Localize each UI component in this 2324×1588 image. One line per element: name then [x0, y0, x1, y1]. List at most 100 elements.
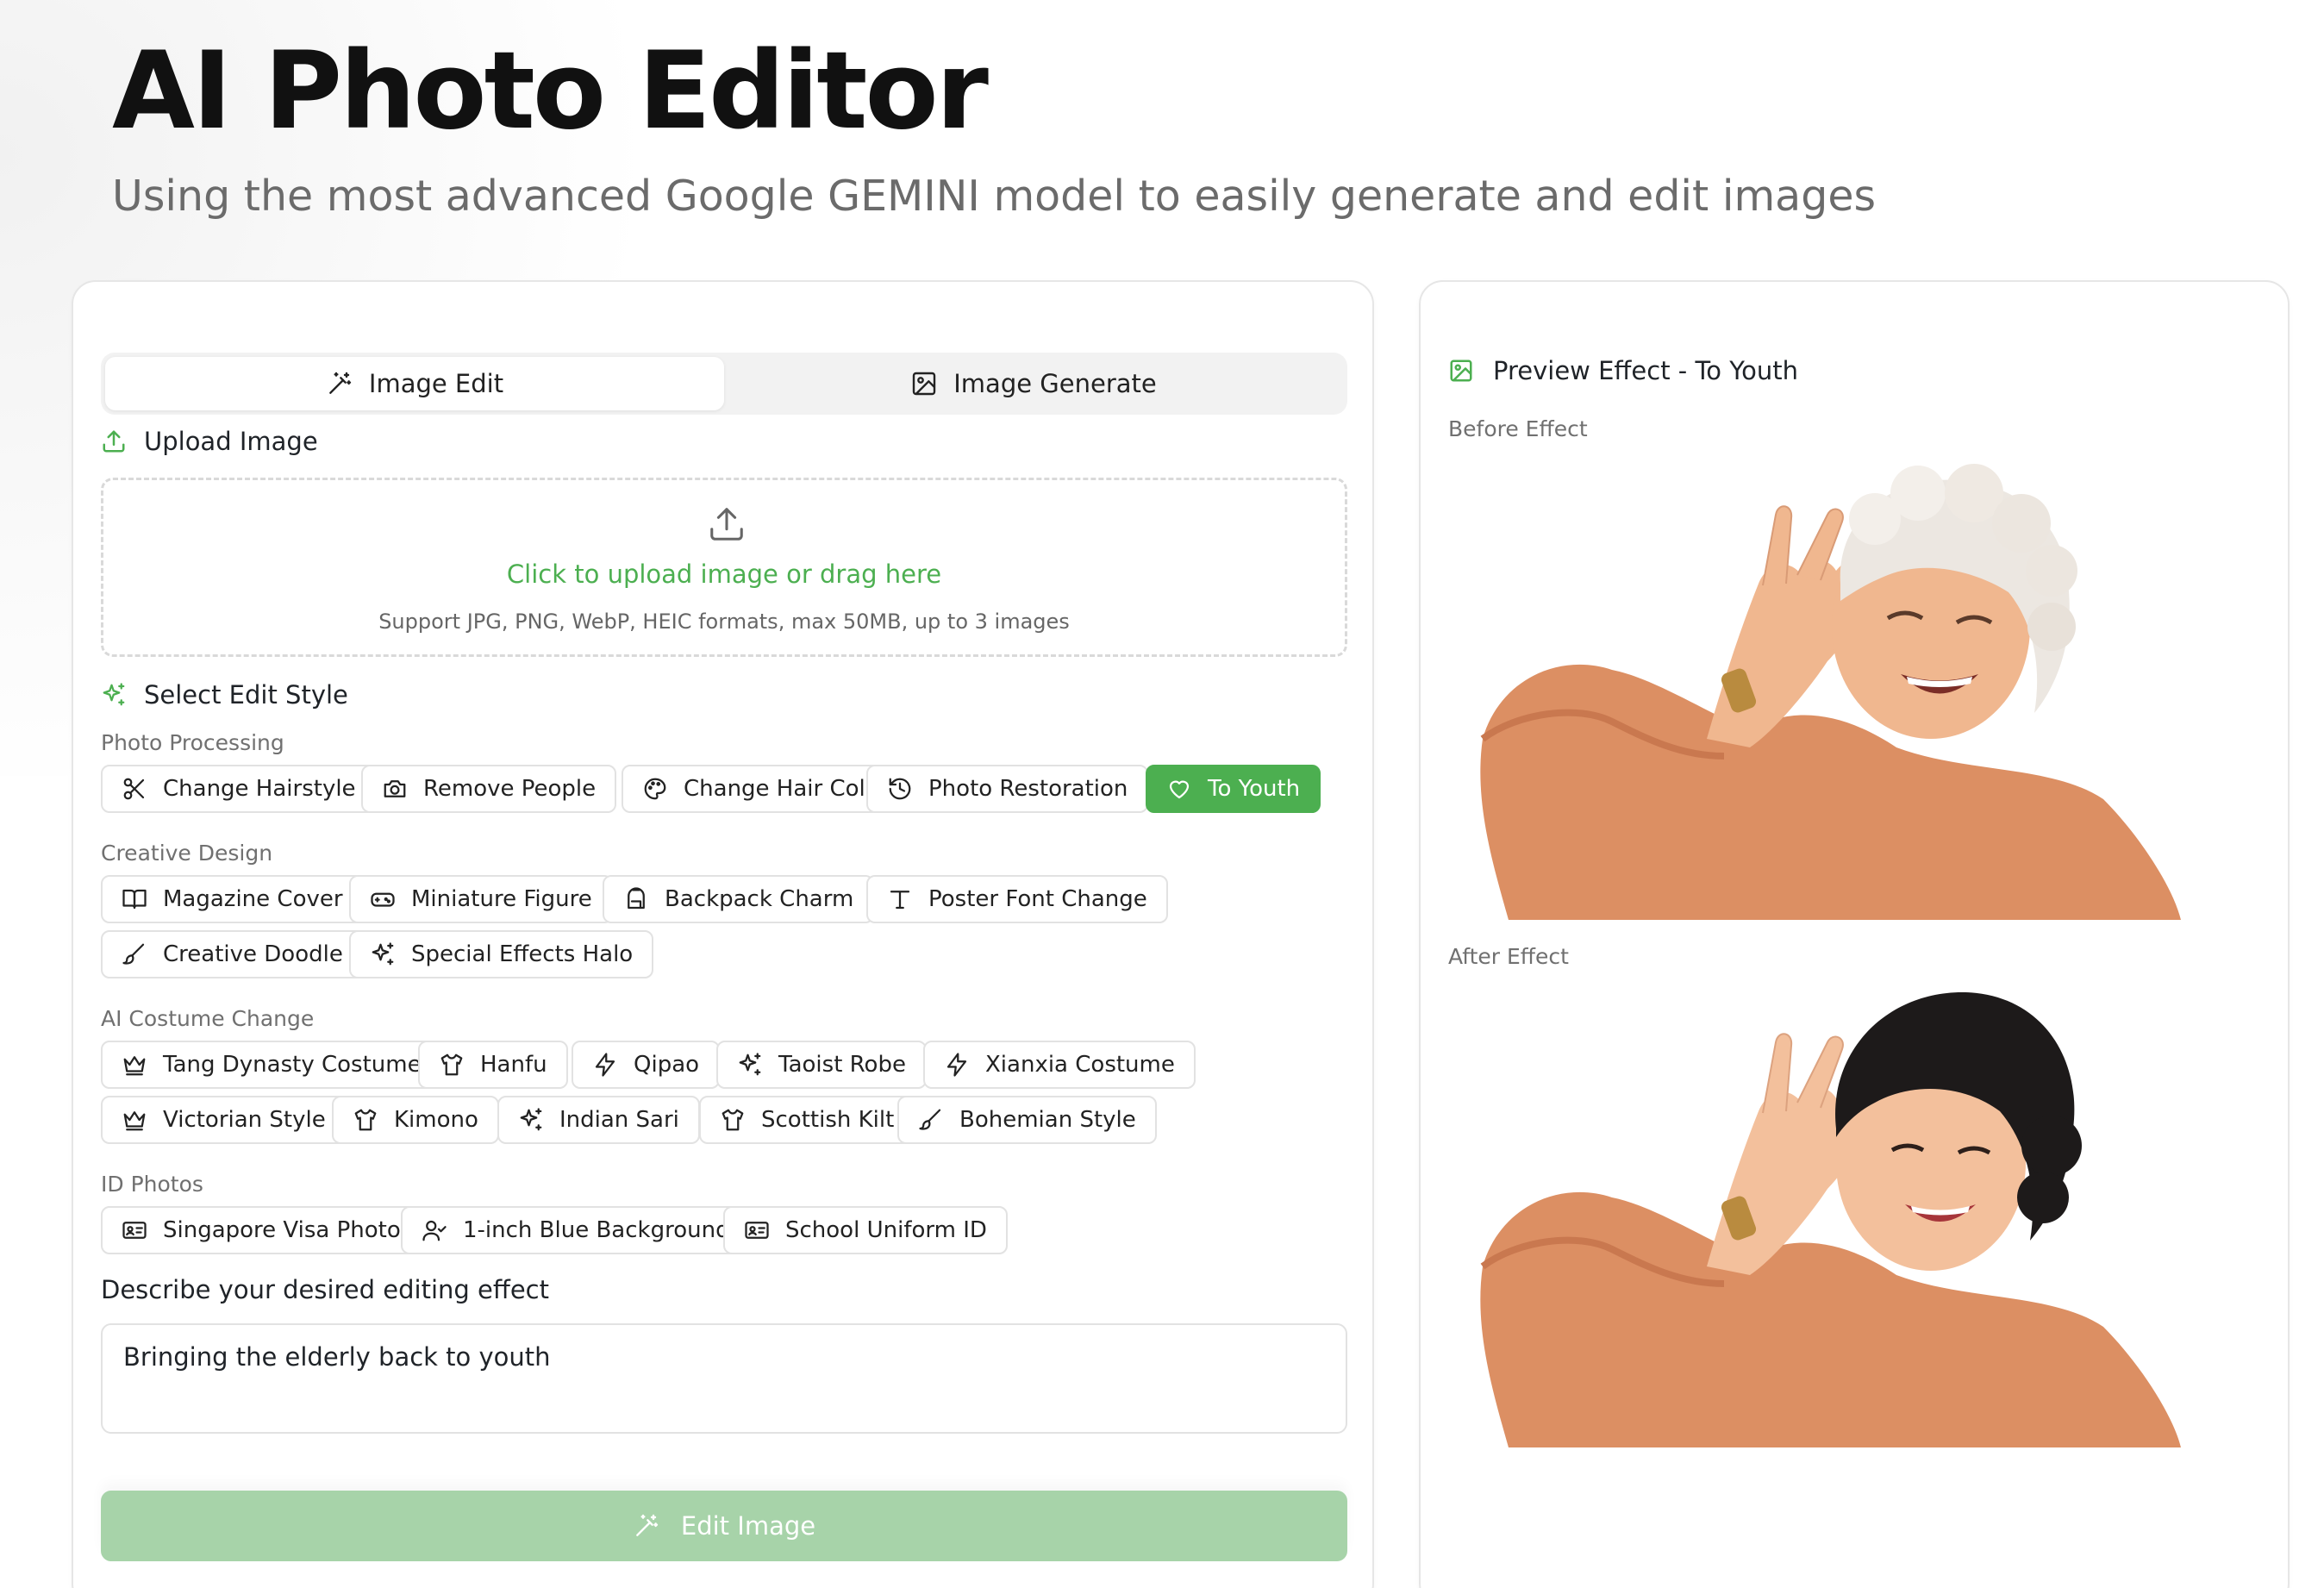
- describe-label: Describe your desired editing effect: [101, 1275, 549, 1304]
- style-chip-miniature-figure[interactable]: Miniature Figure: [349, 875, 613, 923]
- style-chip-indian-sari[interactable]: Indian Sari: [497, 1096, 700, 1144]
- edit-image-button[interactable]: Edit Image: [101, 1491, 1347, 1561]
- style-chip-bohemian-style[interactable]: Bohemian Style: [897, 1096, 1157, 1144]
- style-chip-photo-restoration[interactable]: Photo Restoration: [866, 765, 1149, 813]
- gamepad-icon: [371, 892, 395, 907]
- palette-icon: [644, 778, 666, 800]
- style-chip-label: Backpack Charm: [665, 886, 854, 912]
- tab-image-generate[interactable]: Image Generate: [724, 357, 1343, 410]
- upload-icon: [103, 430, 125, 453]
- upload-hint: Support JPG, PNG, WebP, HEIC formats, ma…: [378, 610, 1070, 634]
- magic-wand-icon: [329, 372, 352, 394]
- tab-label: Image Generate: [953, 369, 1157, 398]
- style-chip-xianxia-costume[interactable]: Xianxia Costume: [923, 1041, 1196, 1089]
- styles-title: Select Edit Style: [144, 680, 348, 710]
- sparkles-icon: [520, 1108, 542, 1131]
- shirt-icon: [722, 1109, 744, 1131]
- style-chip-poster-font-change[interactable]: Poster Font Change: [866, 875, 1168, 923]
- preview-panel: Preview Effect - To Youth Before Effect: [1419, 280, 2290, 1588]
- style-chip-school-uniform-id[interactable]: School Uniform ID: [723, 1206, 1008, 1254]
- style-chip-label: Scottish Kilt: [761, 1107, 895, 1133]
- young-woman-photo: [1480, 991, 2181, 1447]
- scissors-icon: [123, 778, 145, 800]
- style-chip-label: Magazine Cover: [163, 886, 343, 912]
- zap-icon: [595, 1053, 615, 1077]
- brush-icon: [122, 943, 145, 965]
- id-card-icon: [745, 1222, 769, 1239]
- style-chip-label: Remove People: [423, 776, 597, 802]
- shirt-icon: [440, 1053, 463, 1076]
- tab-label: Image Edit: [368, 369, 504, 398]
- preview-title-text: Preview Effect - To Youth: [1493, 356, 1798, 385]
- sparkles-icon: [372, 942, 394, 966]
- style-chip-magazine-cover[interactable]: Magazine Cover: [101, 875, 364, 923]
- style-chip-label: School Uniform ID: [785, 1217, 987, 1243]
- style-chip-label: Hanfu: [480, 1052, 547, 1078]
- editor-panel: Image Edit Image Generate Upload Image C…: [72, 280, 1374, 1588]
- style-chip-label: 1-inch Blue Background: [463, 1217, 730, 1243]
- sparkles-icon: [739, 1053, 761, 1076]
- style-chip-label: Taoist Robe: [778, 1052, 906, 1078]
- style-chip-creative-doodle[interactable]: Creative Doodle: [101, 930, 364, 978]
- style-chip-singapore-visa-photo[interactable]: Singapore Visa Photo: [101, 1206, 422, 1254]
- style-chip-backpack-charm[interactable]: Backpack Charm: [603, 875, 875, 923]
- shirt-icon: [354, 1109, 377, 1131]
- magic-wand-icon: [636, 1514, 659, 1536]
- camera-icon: [384, 780, 406, 797]
- style-chip-label: Change Hairstyle: [163, 776, 356, 802]
- style-chip-scottish-kilt[interactable]: Scottish Kilt: [699, 1096, 915, 1144]
- style-chip-hanfu[interactable]: Hanfu: [418, 1041, 568, 1089]
- sparkles-icon: [103, 683, 125, 706]
- type-icon: [890, 891, 910, 910]
- style-chip-change-hairstyle[interactable]: Change Hairstyle: [101, 765, 377, 813]
- id-card-icon: [122, 1222, 147, 1239]
- style-chip-qipao[interactable]: Qipao: [572, 1041, 721, 1089]
- page-header: AI Photo Editor Using the most advanced …: [112, 31, 1876, 222]
- upload-prompt: Click to upload image or drag here: [506, 560, 942, 589]
- style-chip-tang-dynasty-costume[interactable]: Tang Dynasty Costume: [101, 1041, 442, 1089]
- style-chip-to-youth[interactable]: To Youth: [1146, 765, 1321, 813]
- style-chip-label: Indian Sari: [559, 1107, 679, 1133]
- upload-icon: [710, 508, 743, 541]
- style-chip-label: To Youth: [1208, 776, 1301, 802]
- style-chip-remove-people[interactable]: Remove People: [361, 765, 617, 813]
- style-group-label: Creative Design: [101, 841, 273, 866]
- style-chip-kimono[interactable]: Kimono: [332, 1096, 499, 1144]
- after-effect-label: After Effect: [1448, 944, 1569, 969]
- crown-icon: [123, 1056, 146, 1076]
- elderly-woman-photo: [1480, 464, 2181, 920]
- style-chip-label: Qipao: [634, 1052, 700, 1078]
- preview-title: Preview Effect - To Youth: [1448, 356, 1798, 385]
- after-effect-image: [1448, 982, 2263, 1447]
- mode-tabs: Image Edit Image Generate: [101, 353, 1347, 415]
- style-chip-label: Singapore Visa Photo: [163, 1217, 401, 1243]
- tab-image-edit[interactable]: Image Edit: [105, 357, 724, 410]
- style-chip-label: Special Effects Halo: [411, 941, 634, 967]
- style-chip-label: Miniature Figure: [411, 886, 592, 912]
- history-icon: [889, 778, 911, 800]
- before-effect-image: [1448, 454, 2263, 920]
- upload-title: Upload Image: [144, 427, 318, 456]
- style-chip-label: Change Hair Color: [684, 776, 889, 802]
- style-chip-1-inch-blue-background[interactable]: 1-inch Blue Background: [401, 1206, 751, 1254]
- style-chip-special-effects-halo[interactable]: Special Effects Halo: [349, 930, 654, 978]
- style-group-label: ID Photos: [101, 1172, 203, 1197]
- style-chip-label: Bohemian Style: [959, 1107, 1136, 1133]
- style-group-label: AI Costume Change: [101, 1006, 315, 1031]
- describe-input[interactable]: Bringing the elderly back to youth: [101, 1323, 1347, 1434]
- style-chip-victorian-style[interactable]: Victorian Style: [101, 1096, 347, 1144]
- upload-dropzone[interactable]: Click to upload image or drag here Suppo…: [101, 478, 1347, 657]
- edit-image-label: Edit Image: [680, 1511, 816, 1541]
- style-chip-label: Tang Dynasty Costume: [163, 1052, 422, 1078]
- style-group-label: Photo Processing: [101, 730, 284, 755]
- image-icon: [913, 372, 936, 396]
- before-effect-label: Before Effect: [1448, 416, 1588, 441]
- brush-icon: [919, 1109, 941, 1130]
- page-subtitle: Using the most advanced Google GEMINI mo…: [112, 172, 1876, 221]
- zap-icon: [946, 1053, 967, 1077]
- style-chip-taoist-robe[interactable]: Taoist Robe: [716, 1041, 927, 1089]
- styles-section-title: Select Edit Style: [101, 680, 348, 710]
- crown-icon: [123, 1111, 146, 1131]
- user-check-icon: [422, 1220, 447, 1241]
- style-chip-label: Victorian Style: [163, 1107, 326, 1133]
